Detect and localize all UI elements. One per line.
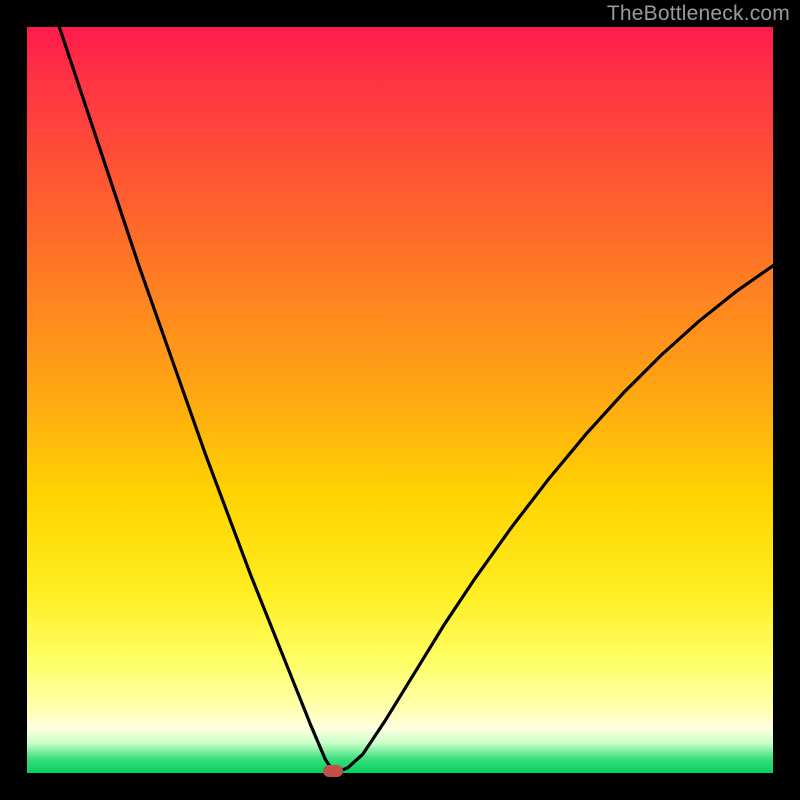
optimum-marker (323, 765, 343, 777)
watermark-text: TheBottleneck.com (607, 2, 790, 26)
bottleneck-curve (27, 27, 773, 773)
outer-frame: TheBottleneck.com (0, 0, 800, 800)
